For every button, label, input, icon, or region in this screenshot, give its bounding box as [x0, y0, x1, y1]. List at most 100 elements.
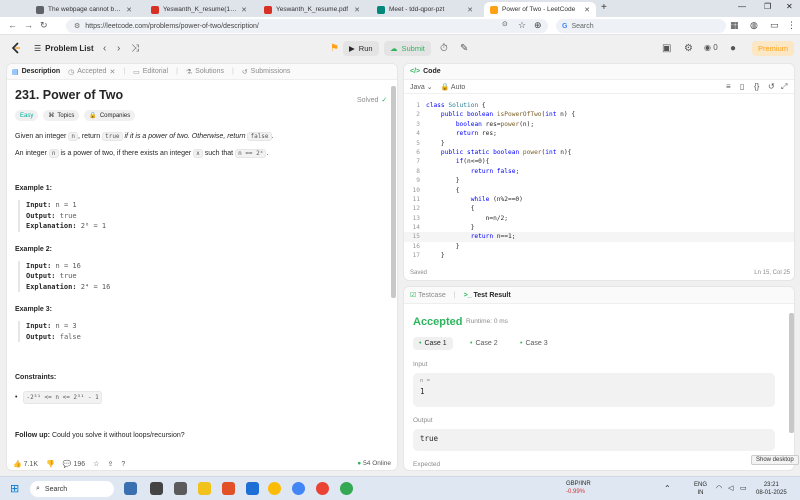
system-clock[interactable]: 23:21 08-01-2025 — [756, 481, 787, 497]
windows-start-icon[interactable]: ⊞ — [10, 482, 19, 495]
close-icon[interactable]: ✕ — [467, 6, 473, 14]
close-icon[interactable]: ✕ — [109, 68, 115, 76]
weather-app-icon[interactable] — [124, 482, 137, 495]
timer-icon[interactable]: ⏱ — [440, 43, 448, 54]
tab-description[interactable]: ▤ Description — [12, 68, 60, 76]
dislike-button[interactable]: 👎 — [46, 460, 55, 468]
photos-app-icon[interactable] — [222, 482, 235, 495]
close-icon[interactable]: ✕ — [126, 6, 132, 14]
apps-icon[interactable]: ▦ — [730, 20, 739, 31]
code-line[interactable]: 17 } — [404, 251, 794, 260]
favorite-button[interactable]: ☆ — [93, 460, 99, 468]
extensions-icon[interactable]: ⊕ — [534, 20, 542, 31]
help-button[interactable]: ? — [121, 461, 125, 468]
layout-icon[interactable]: ▣ — [662, 43, 671, 54]
files-app-icon[interactable] — [174, 482, 187, 495]
chrome-app-icon[interactable] — [316, 482, 329, 495]
chrome-pinned-icon[interactable] — [340, 482, 353, 495]
wifi-icon[interactable]: ◠ — [716, 484, 722, 492]
case-1-button[interactable]: • Case 1 — [413, 337, 453, 350]
reload-icon[interactable]: ↻ — [40, 20, 48, 31]
code-line[interactable]: 6 public static boolean power(int n){ — [404, 148, 794, 157]
browser-tab[interactable]: Yeswanth_K_resume.pdf ✕ — [258, 2, 366, 17]
code-line[interactable]: 10 { — [404, 186, 794, 195]
code-line[interactable]: 15 return n==1; — [404, 232, 794, 242]
minimize-icon[interactable]: — — [738, 2, 746, 11]
notes-icon[interactable]: ✎ — [460, 43, 468, 54]
maximize-icon[interactable]: ❐ — [764, 2, 771, 11]
tab-test-result[interactable]: >_ Test Result — [464, 292, 511, 299]
close-icon[interactable]: ✕ — [584, 6, 590, 14]
avatar[interactable]: ● — [730, 43, 736, 54]
format-icon[interactable]: ≡ — [726, 82, 731, 91]
language-select[interactable]: Java ⌄ — [410, 83, 433, 91]
battery-icon[interactable]: ▭ — [740, 484, 747, 492]
prev-problem-icon[interactable]: ‹ — [103, 43, 106, 54]
premium-button[interactable]: Premium — [752, 41, 795, 56]
submit-button[interactable]: ☁ Submit — [384, 41, 431, 56]
chrome-profile-icon[interactable] — [292, 482, 305, 495]
file-explorer-icon[interactable] — [198, 482, 211, 495]
case-2-button[interactable]: • Case 2 — [464, 337, 504, 350]
google-search-box[interactable]: G Search — [556, 19, 726, 33]
tab-solutions[interactable]: ⚗ Solutions — [186, 68, 224, 76]
task-view-icon[interactable] — [150, 482, 163, 495]
code-line[interactable]: 4 return res; — [404, 129, 794, 138]
browser-tab[interactable]: Yeswanth_K_resume(1).pdf ✕ — [145, 2, 253, 17]
braces-icon[interactable]: {} — [754, 82, 759, 91]
code-line[interactable]: 8 return false; — [404, 167, 794, 176]
code-line[interactable]: 5 } — [404, 139, 794, 148]
code-line[interactable]: 3 boolean res=power(n); — [404, 120, 794, 129]
edge-browser-icon[interactable] — [246, 482, 259, 495]
tab-editorial[interactable]: ▭ Editorial — [133, 68, 168, 76]
menu-icon[interactable]: ⋮ — [787, 20, 796, 31]
run-button[interactable]: ▶ Run — [343, 41, 379, 56]
tab-accepted[interactable]: ◷ Accepted ✕ — [68, 68, 115, 76]
like-button[interactable]: 👍 7.1K — [13, 460, 38, 468]
tab-submissions[interactable]: ↺ Submissions — [242, 68, 291, 76]
comments-button[interactable]: 💬 196 — [63, 460, 85, 468]
code-line[interactable]: 16 } — [404, 242, 794, 251]
problem-title[interactable]: 231. Power of Two — [15, 88, 387, 102]
settings-icon[interactable]: ⚙ — [684, 43, 693, 54]
chrome-browser-icon[interactable] — [268, 482, 281, 495]
share-button[interactable]: ⇪ — [107, 460, 113, 468]
star-icon[interactable]: ☆ — [518, 20, 526, 31]
stock-widget[interactable]: GBP/INR -0.99% — [566, 480, 591, 496]
reset-icon[interactable]: ↺ — [768, 82, 775, 91]
code-line[interactable]: 11 while (n%2==0) — [404, 195, 794, 204]
bookmark-icon[interactable]: ▯ — [740, 82, 744, 91]
shuffle-icon[interactable]: ⤨ — [131, 43, 139, 54]
browser-tab[interactable]: The webpage cannot be acce ✕ — [30, 2, 138, 17]
browser-tab[interactable]: Meet - tdd-qpor-pzt ✕ — [371, 2, 479, 17]
chevron-up-icon[interactable]: ⌃ — [664, 484, 671, 493]
code-line[interactable]: 14 } — [404, 223, 794, 232]
back-icon[interactable]: ← — [8, 20, 17, 30]
taskbar-search[interactable]: ⌕ Search — [30, 481, 114, 497]
bookmark-icon[interactable]: ▭ — [770, 20, 779, 31]
scrollbar[interactable] — [789, 313, 794, 433]
incognito-icon[interactable]: ⊙ — [502, 20, 508, 28]
coin-counter[interactable]: ◉ 0 — [704, 43, 718, 52]
address-bar[interactable]: ⚙ https://leetcode.com/problems/power-of… — [66, 19, 548, 33]
code-line[interactable]: 1 class Solution { — [404, 101, 794, 110]
code-line[interactable]: 9 } — [404, 176, 794, 185]
fullscreen-icon[interactable]: ⤢ — [781, 82, 787, 92]
profile-icon[interactable]: ◍ — [750, 20, 758, 31]
topics-button[interactable]: ⌘ Topics — [43, 110, 80, 121]
companies-button[interactable]: 🔒 Companies — [84, 110, 136, 121]
code-line[interactable]: 7 if(n<=0){ — [404, 157, 794, 166]
problem-list-link[interactable]: ☰ Problem List — [34, 44, 94, 53]
site-info-icon[interactable]: ⚙ — [74, 22, 80, 30]
code-line[interactable]: 12 { — [404, 204, 794, 213]
forward-icon[interactable]: → — [24, 20, 33, 30]
close-window-icon[interactable]: ✕ — [786, 2, 793, 11]
scrollbar[interactable] — [391, 86, 396, 298]
language-indicator[interactable]: ENG IN — [694, 481, 707, 497]
next-problem-icon[interactable]: › — [117, 43, 120, 54]
close-icon[interactable]: ✕ — [241, 6, 247, 14]
code-line[interactable]: 2 public boolean isPowerOfTwo(int n) { — [404, 110, 794, 119]
code-editor[interactable]: 1 class Solution {2 public boolean isPowe… — [404, 101, 794, 261]
code-line[interactable]: 13 n=n/2; — [404, 214, 794, 223]
debug-icon[interactable]: ⚑ — [330, 43, 339, 54]
